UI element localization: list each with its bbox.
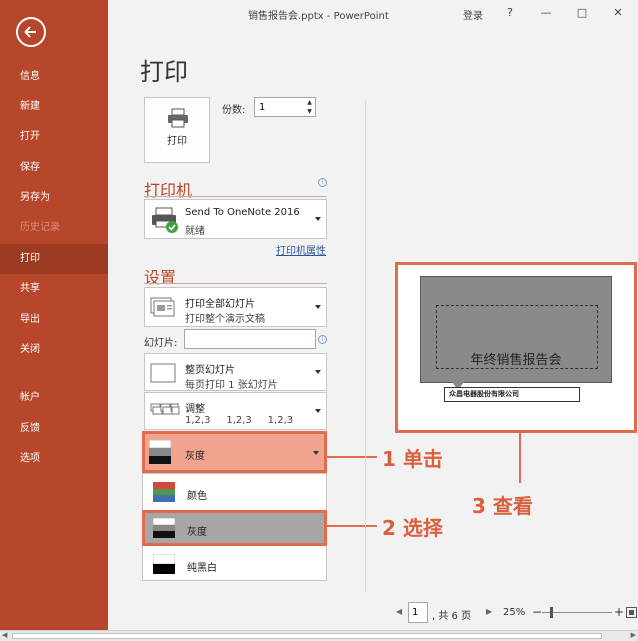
settings-section-title: 设置	[144, 268, 177, 287]
print-preview: 年终销售报告会 众昌电器股份有限公司	[395, 262, 637, 433]
scroll-right-icon[interactable]: ▶	[631, 631, 636, 639]
printer-device-icon	[152, 207, 178, 233]
sidebar-item-save[interactable]: 保存	[0, 153, 108, 183]
horizontal-scrollbar[interactable]: ◀ ▶	[0, 630, 638, 641]
settings-section-divider	[144, 283, 327, 284]
color-options-menu: 颜色 灰度 纯黑白	[142, 473, 327, 581]
copies-stepper[interactable]: ▲ ▼	[304, 98, 315, 116]
close-button[interactable]: ✕	[608, 4, 628, 22]
layout-main: 整页幻灯片	[185, 365, 235, 376]
color-swatch-icon	[153, 482, 175, 502]
printer-section-title: 打印机	[144, 181, 193, 200]
black-white-option-label: 纯黑白	[187, 563, 217, 574]
fit-to-window-icon[interactable]	[626, 607, 637, 618]
printer-icon	[168, 108, 188, 128]
print-range-dropdown[interactable]: 打印全部幻灯片 打印整个演示文稿	[144, 287, 327, 327]
page-total: , 共 6 页	[432, 611, 472, 622]
page-title: 打印	[140, 58, 188, 86]
chevron-down-icon	[313, 451, 319, 455]
callout-line-2	[327, 525, 377, 527]
color-dropdown[interactable]: 灰度	[142, 431, 327, 473]
back-arrow-icon	[24, 26, 36, 38]
color-selected-label: 灰度	[185, 451, 205, 462]
chevron-down-icon	[315, 409, 321, 413]
printer-dropdown[interactable]: Send To OneNote 2016 就绪	[144, 199, 327, 239]
scrollbar-thumb[interactable]	[12, 633, 602, 639]
login-link[interactable]: 登录	[463, 7, 483, 22]
printer-name: Send To OneNote 2016	[185, 207, 300, 218]
grayscale-option-label: 灰度	[187, 527, 207, 538]
zoom-level[interactable]: 25%	[503, 607, 525, 618]
slide-company-name: 众昌电器股份有限公司	[444, 387, 580, 402]
sidebar-item-share[interactable]: 共享	[0, 274, 108, 304]
grayscale-icon	[149, 440, 171, 464]
print-range-main: 打印全部幻灯片	[185, 299, 255, 310]
sidebar-item-account[interactable]: 帐户	[0, 383, 108, 413]
color-option-grayscale[interactable]: 灰度	[142, 510, 327, 546]
layout-dropdown[interactable]: 整页幻灯片 每页打印 1 张幻灯片	[144, 353, 327, 391]
color-option-label: 颜色	[187, 491, 207, 502]
minimize-button[interactable]: —	[536, 4, 556, 22]
backstage-sidebar: 信息 新建 打开 保存 另存为 历史记录 打印 共享 导出 关闭 帐户 反馈 选…	[0, 0, 108, 630]
printer-properties-link[interactable]: 打印机属性	[276, 242, 326, 257]
callout-step-1: 1 单击	[382, 447, 443, 471]
slides-info-icon[interactable]: i	[318, 335, 327, 344]
sidebar-item-feedback[interactable]: 反馈	[0, 414, 108, 444]
layout-sub: 每页打印 1 张幻灯片	[185, 380, 278, 391]
zoom-out-button[interactable]: −	[532, 605, 542, 619]
sidebar-item-export[interactable]: 导出	[0, 305, 108, 335]
sidebar-item-save-as[interactable]: 另存为	[0, 183, 108, 213]
slides-label: 幻灯片:	[144, 338, 178, 349]
chevron-down-icon	[315, 305, 321, 309]
window-title: 销售报告会.pptx - PowerPoint	[248, 11, 389, 22]
collate-main: 调整	[185, 404, 205, 415]
printer-section-divider	[144, 196, 327, 197]
callout-step-3: 3 查看	[472, 494, 533, 518]
print-button[interactable]: 打印	[144, 97, 210, 163]
back-button[interactable]	[16, 17, 46, 47]
color-option-color[interactable]: 颜色	[143, 474, 326, 510]
scroll-left-icon[interactable]: ◀	[2, 631, 7, 639]
callout-line-1	[327, 456, 377, 458]
black-white-swatch-icon	[153, 554, 175, 574]
copies-label: 份数:	[222, 105, 246, 116]
collate-sub: 1,2,3 1,2,3 1,2,3	[185, 415, 294, 426]
preview-navigation: ◀ , 共 6 页 ▶ 25% − +	[390, 602, 638, 624]
print-range-sub: 打印整个演示文稿	[185, 314, 265, 325]
zoom-slider-thumb[interactable]	[550, 607, 553, 618]
sidebar-item-print[interactable]: 打印	[0, 244, 108, 274]
title-bar: 销售报告会.pptx - PowerPoint 登录 ? — □ ✕	[108, 0, 638, 26]
grayscale-swatch-icon	[153, 518, 175, 538]
sidebar-item-close[interactable]: 关闭	[0, 335, 108, 365]
chevron-down-icon	[315, 217, 321, 221]
printer-info-icon[interactable]: i	[318, 178, 327, 187]
next-page-button[interactable]: ▶	[486, 607, 492, 616]
sidebar-item-history: 历史记录	[20, 222, 60, 233]
slide-title: 年终销售报告会	[470, 353, 562, 368]
slides-input[interactable]	[184, 329, 316, 349]
prev-page-button[interactable]: ◀	[396, 607, 402, 616]
preview-divider	[365, 100, 366, 592]
sidebar-item-info[interactable]: 信息	[0, 62, 108, 92]
printer-status: 就绪	[185, 226, 205, 237]
callout-line-3	[519, 433, 521, 483]
color-option-black-white[interactable]: 纯黑白	[143, 546, 326, 582]
sidebar-item-open[interactable]: 打开	[0, 122, 108, 152]
help-button[interactable]: ?	[500, 4, 520, 22]
sidebar-item-new[interactable]: 新建	[0, 92, 108, 122]
page-number-input[interactable]	[408, 602, 428, 623]
chevron-down-icon	[315, 370, 321, 374]
maximize-button[interactable]: □	[572, 4, 592, 22]
sidebar-item-options[interactable]: 选项	[0, 444, 108, 474]
slides-stack-icon	[150, 297, 175, 317]
full-page-slide-icon	[150, 363, 176, 383]
collate-dropdown[interactable]: 调整 1,2,3 1,2,3 1,2,3	[144, 392, 327, 430]
callout-step-2: 2 选择	[382, 516, 443, 540]
slide-title-shape: 年终销售报告会	[420, 276, 612, 383]
collate-icon	[150, 403, 180, 415]
print-button-label: 打印	[167, 136, 187, 147]
zoom-in-button[interactable]: +	[614, 605, 624, 619]
